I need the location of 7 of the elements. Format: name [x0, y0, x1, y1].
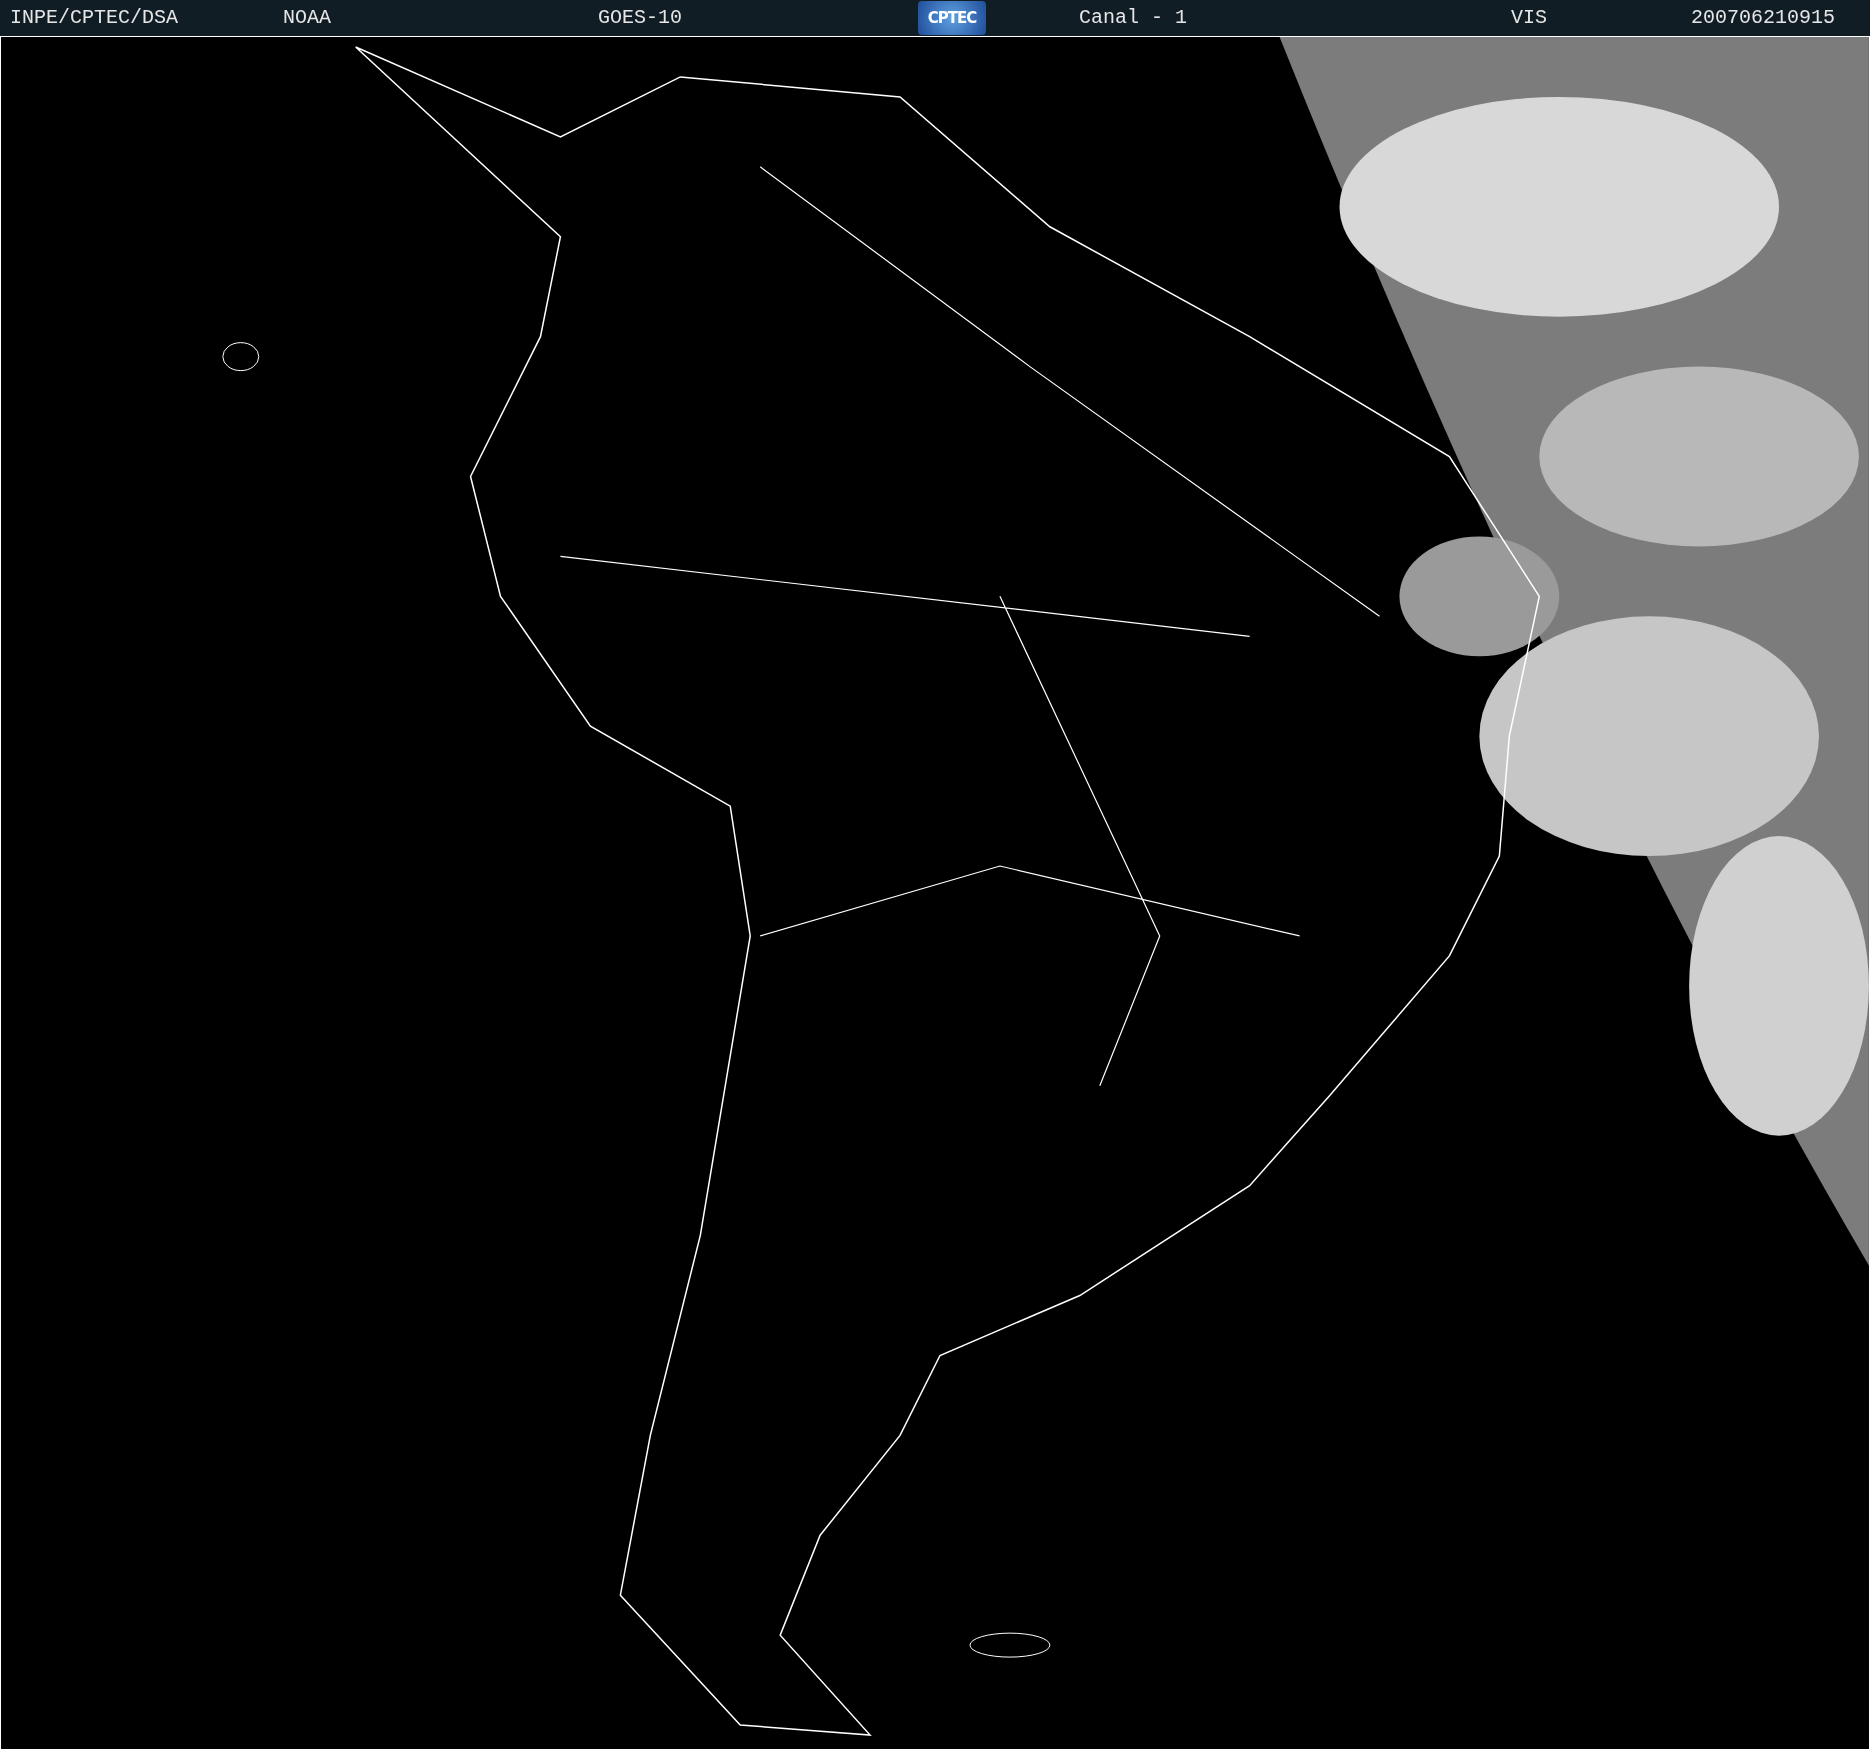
timestamp: 200706210915	[1691, 5, 1836, 31]
header-label: INPE/CPTEC/DSA	[10, 6, 179, 29]
header-label: VIS	[1511, 6, 1547, 29]
header-label: Canal - 1	[1079, 6, 1188, 29]
logo: CPTEC	[918, 1, 986, 35]
header-label: NOAA	[283, 6, 331, 29]
header-label: GOES-10	[598, 6, 682, 29]
